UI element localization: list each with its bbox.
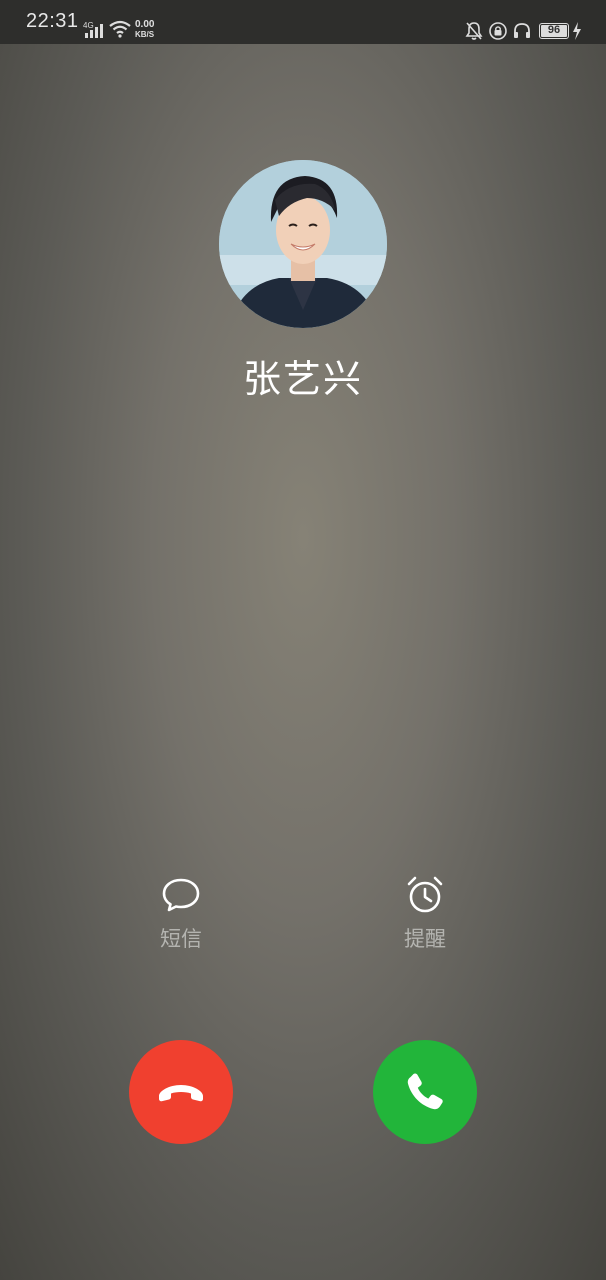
decline-button[interactable] [129, 1040, 233, 1144]
lock-rotation-icon [489, 22, 507, 40]
charging-icon [573, 22, 581, 40]
message-action[interactable]: 短信 [126, 875, 236, 953]
phone-icon [407, 1073, 443, 1110]
caller-avatar [219, 160, 387, 328]
caller-name: 张艺兴 [242, 357, 363, 401]
alarm-clock-icon [407, 876, 443, 913]
bell-off-icon [465, 22, 483, 40]
wifi-icon [109, 20, 131, 38]
avatar-photo [219, 160, 387, 328]
headphones-icon [514, 23, 530, 38]
status-time: 22:31 [26, 10, 79, 32]
battery-level: 96 [547, 24, 561, 36]
data-speed: 0.00 KB/S [135, 20, 163, 40]
hang-up-icon [159, 1085, 203, 1102]
data-speed-unit: KB/S [135, 30, 155, 39]
remind-action[interactable]: 提醒 [370, 875, 480, 953]
message-label: 短信 [160, 927, 202, 951]
message-icon [162, 878, 200, 912]
accept-button[interactable] [373, 1040, 477, 1144]
battery-icon: 96 [539, 23, 569, 39]
remind-label: 提醒 [404, 927, 446, 951]
status-bar: 22:31 4G 0.00 KB/S 96 [0, 0, 606, 44]
signal-icon [85, 24, 103, 38]
data-speed-value: 0.00 [135, 19, 155, 30]
